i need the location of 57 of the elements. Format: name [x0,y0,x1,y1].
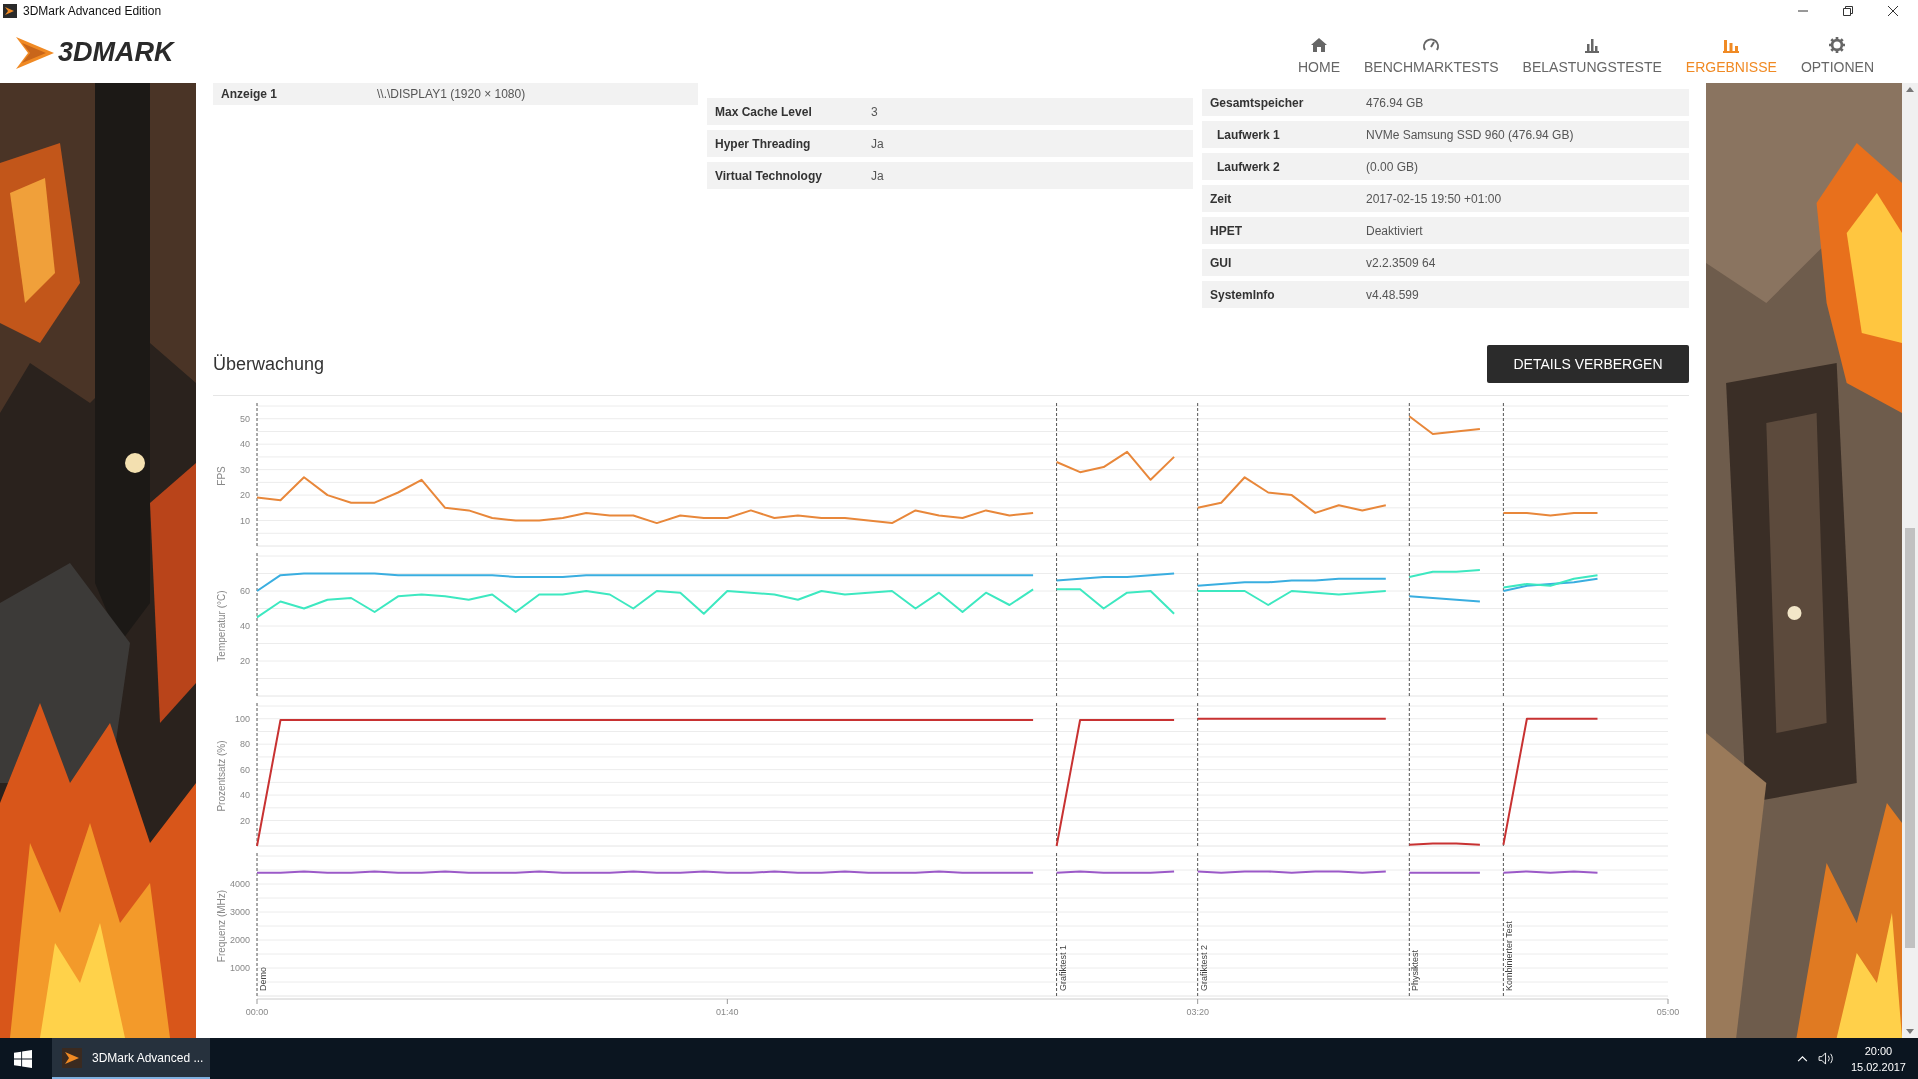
tick-label: 05:00 [1656,1007,1680,1017]
tick-label: 40 [240,621,250,631]
axis-label: Temperatur (°C) [216,590,227,662]
row-value: Deaktiviert [1366,223,1423,238]
tick-label: 80 [240,739,250,750]
tick-label: 40 [240,790,250,801]
row-value: 2017-02-15 19:50 +01:00 [1366,191,1502,206]
row-value: 476.94 GB [1366,95,1424,110]
axis-label: Frequenz (MHz) [216,889,227,963]
tick-label: 30 [240,464,250,475]
row-value: (0.00 GB) [1366,159,1419,174]
tick-label: 20 [240,490,250,501]
row-value: \\.\DISPLAY1 (1920 × 1080) [377,87,526,101]
row-label: GUI [1209,255,1233,270]
marker-label: Grafiktest 1 [1057,945,1068,991]
row-value: Ja [871,168,884,183]
row-label: Anzeige 1 [220,87,278,101]
logo-text: 3DMARK [58,37,174,68]
marker-label: Grafiktest 2 [1198,945,1209,991]
tick-label: 00:00 [245,1007,269,1017]
tick-label: 40 [240,439,250,450]
row-value: v2.2.3509 64 [1366,255,1436,270]
row-label: Max Cache Level [714,104,813,119]
row-value: 3 [871,104,878,119]
row-label: SystemInfo [1209,287,1276,302]
marker-label: Physiktest [1410,950,1421,991]
marker-label: Kombinierter Test [1504,921,1515,991]
clock-date: 15.02.2017 [1850,1059,1906,1075]
tick-label: 4000 [229,879,250,889]
row-label: Virtual Technology [714,168,823,183]
row-label: Gesamtspeicher [1209,95,1305,110]
window-title: 3DMark Advanced Edition [23,4,162,18]
tick-label: 3000 [229,907,250,917]
row-value: v4.48.599 [1366,287,1419,302]
clock-time: 20:00 [1864,1043,1893,1059]
section-title: Überwachung [213,353,325,375]
row-label: Hyper Threading [714,136,812,151]
tick-label: 60 [240,764,250,775]
axis-label: FPS [216,466,227,486]
row-label: Laufwerk 2 [1216,159,1281,174]
tick-label: 100 [234,713,250,724]
axis-label: Prozentsatz (%) [216,740,227,812]
row-value: Ja [871,136,884,151]
tick-label: 03:20 [1186,1007,1209,1017]
row-label: Laufwerk 1 [1216,127,1281,142]
row-label: Zeit [1209,191,1233,206]
tick-label: 01:40 [716,1007,739,1017]
row-label: HPET [1209,223,1243,238]
tick-label: 20 [240,815,250,826]
tick-label: 2000 [229,935,250,945]
tick-label: 20 [240,656,250,666]
row-value: NVMe Samsung SSD 960 (476.94 GB) [1366,127,1574,142]
tick-label: 1000 [229,963,250,973]
tick-label: 60 [240,586,250,596]
tick-label: 10 [240,515,250,526]
tick-label: 50 [240,413,250,424]
marker-label: Demo [258,967,268,991]
